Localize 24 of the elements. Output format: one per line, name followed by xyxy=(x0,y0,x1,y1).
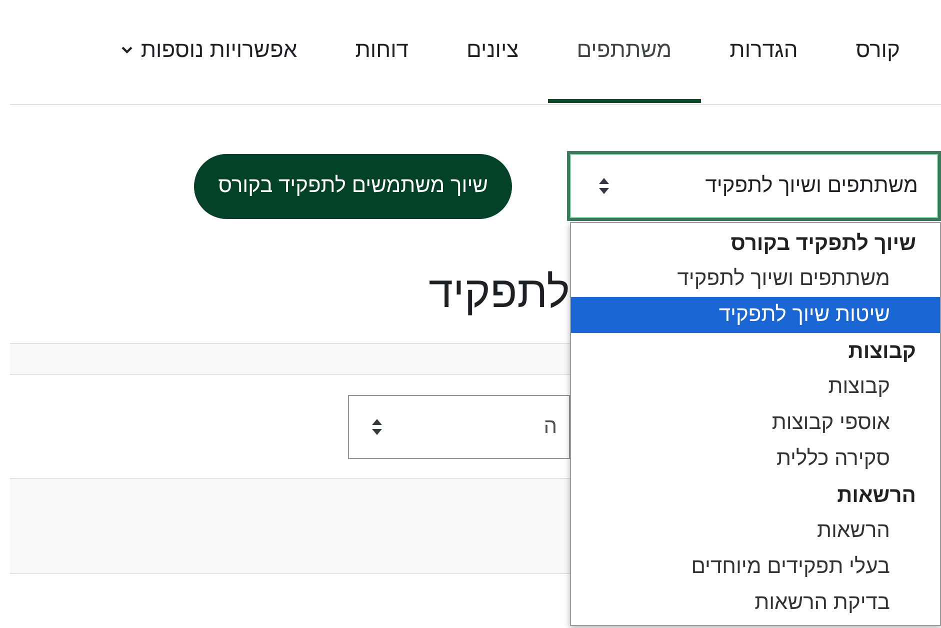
chevron-down-icon xyxy=(120,46,133,54)
nav-tab[interactable]: ציונים xyxy=(438,0,548,103)
dropdown-option[interactable]: שיטות שיוך לתפקיד xyxy=(571,297,940,333)
sort-arrows-icon xyxy=(598,177,610,195)
nav-tab[interactable]: הגדרות xyxy=(700,0,827,103)
nav-tab[interactable]: משתתפים xyxy=(548,0,701,103)
dropdown-option[interactable]: אוספי קבוצות xyxy=(571,405,940,441)
more-menu[interactable]: אפשרויות נוספות xyxy=(106,0,326,103)
option-group-label: שיוך לתפקיד בקורס xyxy=(730,231,917,257)
option-group-label: קבוצות xyxy=(847,339,917,365)
dropdown-option[interactable]: קבוצות xyxy=(571,369,940,405)
enrol-users-button[interactable]: שיוך משתמשים לתפקיד בקורס xyxy=(194,154,512,218)
filter-select[interactable]: ה xyxy=(348,394,570,458)
dropdown-option[interactable]: בעלי תפקידים מיוחדים xyxy=(571,549,940,585)
dropdown-option[interactable]: הרשאות xyxy=(571,513,940,549)
option-group-label: הרשאות xyxy=(836,483,917,509)
dropdown-option[interactable]: בדיקת הרשאות xyxy=(571,585,940,621)
page-select[interactable]: משתתפים ושיוך לתפקיד xyxy=(567,151,941,221)
nav-tab[interactable]: קורס xyxy=(826,0,929,103)
sort-arrows-icon xyxy=(371,418,383,436)
dropdown-option[interactable]: סקירה כללית xyxy=(571,441,940,477)
page-heading: לתפקיד xyxy=(428,267,570,319)
dropdown-option[interactable]: משתתפים ושיוך לתפקיד xyxy=(571,261,940,297)
nav-tab[interactable]: דוחות xyxy=(326,0,438,103)
